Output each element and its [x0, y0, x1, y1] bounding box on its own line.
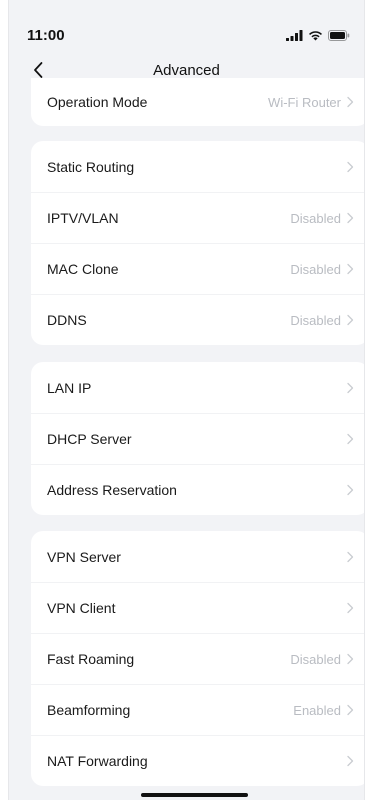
- status-time: 11:00: [27, 27, 65, 44]
- row-label: Fast Roaming: [47, 651, 135, 667]
- settings-group-lan: LAN IP DHCP Server Address Reservation: [31, 362, 364, 515]
- settings-row-fast-roaming[interactable]: Fast Roaming Disabled: [31, 633, 364, 684]
- wifi-icon: [308, 30, 323, 41]
- row-value: Disabled: [290, 210, 341, 226]
- chevron-right-icon: [347, 755, 354, 767]
- settings-row-mac-clone[interactable]: MAC Clone Disabled: [31, 243, 364, 294]
- settings-row-vpn-server[interactable]: VPN Server: [31, 531, 364, 582]
- row-label: VPN Client: [47, 600, 116, 616]
- settings-row-static-routing[interactable]: Static Routing: [31, 141, 364, 192]
- row-label: LAN IP: [47, 379, 92, 396]
- cellular-signal-icon: [286, 29, 303, 41]
- row-label: IPTV/VLAN: [47, 210, 119, 226]
- page-title: Advanced: [153, 62, 220, 79]
- settings-row-dhcp-server[interactable]: DHCP Server: [31, 413, 364, 464]
- row-label: DHCP Server: [47, 431, 132, 447]
- settings-row-lan-ip[interactable]: LAN IP: [31, 362, 364, 413]
- settings-row-iptv-vlan[interactable]: IPTV/VLAN Disabled: [31, 192, 364, 243]
- row-label: DDNS: [47, 312, 87, 328]
- row-label: Static Routing: [47, 158, 135, 175]
- battery-icon: [328, 29, 350, 41]
- row-value: Disabled: [290, 651, 341, 667]
- chevron-right-icon: [347, 212, 354, 224]
- settings-row-operation-mode[interactable]: Operation Mode Wi-Fi Router: [31, 78, 364, 126]
- settings-row-beamforming[interactable]: Beamforming Enabled: [31, 684, 364, 735]
- home-indicator[interactable]: [141, 793, 248, 797]
- row-value: Wi-Fi Router: [268, 94, 341, 110]
- settings-row-vpn-client[interactable]: VPN Client: [31, 582, 364, 633]
- status-icons: [286, 28, 350, 42]
- settings-group-routing: Static Routing IPTV/VLAN Disabled MAC Cl…: [31, 141, 364, 345]
- chevron-right-icon: [347, 382, 354, 393]
- settings-row-ddns[interactable]: DDNS Disabled: [31, 294, 364, 345]
- status-bar: 11:00: [9, 0, 364, 54]
- settings-group-mode: Operation Mode Wi-Fi Router: [31, 78, 364, 126]
- chevron-right-icon: [347, 314, 354, 326]
- row-value: Disabled: [290, 261, 341, 277]
- row-label: MAC Clone: [47, 261, 119, 277]
- chevron-right-icon: [347, 551, 354, 562]
- row-label: Beamforming: [47, 702, 131, 718]
- row-label: VPN Server: [47, 548, 121, 565]
- chevron-right-icon: [347, 484, 354, 496]
- advanced-settings-screen: 11:00 Advanced Operation Mode Wi-Fi Rout…: [8, 0, 365, 800]
- settings-group-vpn-wireless: VPN Server VPN Client Fast Roaming Disab…: [31, 531, 364, 786]
- chevron-right-icon: [347, 96, 354, 108]
- chevron-right-icon: [347, 653, 354, 665]
- settings-row-address-reservation[interactable]: Address Reservation: [31, 464, 364, 515]
- chevron-right-icon: [347, 704, 354, 716]
- row-label: Address Reservation: [47, 482, 177, 498]
- chevron-right-icon: [347, 263, 354, 275]
- row-label: Operation Mode: [47, 94, 148, 110]
- chevron-right-icon: [347, 602, 354, 614]
- row-value: Enabled: [293, 702, 341, 718]
- chevron-right-icon: [347, 161, 354, 172]
- chevron-right-icon: [347, 433, 354, 445]
- row-label: NAT Forwarding: [47, 753, 148, 769]
- row-value: Disabled: [290, 312, 341, 328]
- settings-row-nat-forwarding[interactable]: NAT Forwarding: [31, 735, 364, 786]
